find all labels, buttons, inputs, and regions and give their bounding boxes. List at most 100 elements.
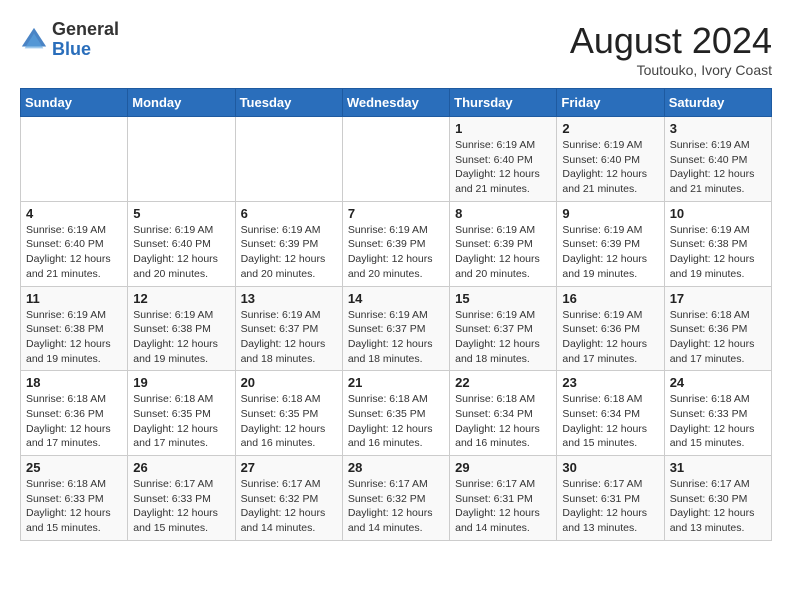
day-number: 24 (670, 375, 766, 390)
day-number: 8 (455, 206, 551, 221)
calendar-cell: 26Sunrise: 6:17 AM Sunset: 6:33 PM Dayli… (128, 456, 235, 541)
calendar-cell: 12Sunrise: 6:19 AM Sunset: 6:38 PM Dayli… (128, 286, 235, 371)
day-info: Sunrise: 6:19 AM Sunset: 6:38 PM Dayligh… (670, 223, 766, 282)
day-info: Sunrise: 6:19 AM Sunset: 6:37 PM Dayligh… (455, 308, 551, 367)
calendar-header: SundayMondayTuesdayWednesdayThursdayFrid… (21, 89, 772, 117)
day-number: 10 (670, 206, 766, 221)
day-number: 21 (348, 375, 444, 390)
title-block: August 2024 Toutouko, Ivory Coast (570, 20, 772, 78)
day-info: Sunrise: 6:18 AM Sunset: 6:36 PM Dayligh… (26, 392, 122, 451)
calendar-week-2: 4 Sunrise: 6:19 AM Sunset: 6:40 PM Daylig… (21, 201, 772, 286)
calendar-cell: 14Sunrise: 6:19 AM Sunset: 6:37 PM Dayli… (342, 286, 449, 371)
location-subtitle: Toutouko, Ivory Coast (570, 62, 772, 78)
day-number: 27 (241, 460, 337, 475)
day-number: 7 (348, 206, 444, 221)
calendar-week-3: 11Sunrise: 6:19 AM Sunset: 6:38 PM Dayli… (21, 286, 772, 371)
logo-general: General (52, 19, 119, 39)
calendar-cell: 25Sunrise: 6:18 AM Sunset: 6:33 PM Dayli… (21, 456, 128, 541)
day-number: 20 (241, 375, 337, 390)
calendar-cell: 27 Sunrise: 6:17 AM Sunset: 6:32 PM Dayli… (235, 456, 342, 541)
calendar-cell: 9 Sunrise: 6:19 AM Sunset: 6:39 PM Daylig… (557, 201, 664, 286)
calendar-cell: 6 Sunrise: 6:19 AM Sunset: 6:39 PM Daylig… (235, 201, 342, 286)
weekday-header-saturday: Saturday (664, 89, 771, 117)
day-info: Sunrise: 6:18 AM Sunset: 6:35 PM Dayligh… (241, 392, 337, 451)
calendar-cell: 21 Sunrise: 6:18 AM Sunset: 6:35 PM Dayli… (342, 371, 449, 456)
calendar-cell: 5 Sunrise: 6:19 AM Sunset: 6:40 PM Daylig… (128, 201, 235, 286)
day-number: 17 (670, 291, 766, 306)
day-number: 16 (562, 291, 658, 306)
calendar-cell (128, 117, 235, 202)
calendar-cell: 22 Sunrise: 6:18 AM Sunset: 6:34 PM Dayli… (450, 371, 557, 456)
day-number: 12 (133, 291, 229, 306)
calendar-cell: 11Sunrise: 6:19 AM Sunset: 6:38 PM Dayli… (21, 286, 128, 371)
day-info: Sunrise: 6:19 AM Sunset: 6:40 PM Dayligh… (26, 223, 122, 282)
day-info: Sunrise: 6:19 AM Sunset: 6:39 PM Dayligh… (562, 223, 658, 282)
calendar-cell (235, 117, 342, 202)
day-info: Sunrise: 6:18 AM Sunset: 6:34 PM Dayligh… (562, 392, 658, 451)
logo: General Blue (20, 20, 119, 60)
calendar-week-4: 18 Sunrise: 6:18 AM Sunset: 6:36 PM Dayli… (21, 371, 772, 456)
calendar-cell (342, 117, 449, 202)
day-number: 19 (133, 375, 229, 390)
calendar-cell: 2 Sunrise: 6:19 AM Sunset: 6:40 PM Daylig… (557, 117, 664, 202)
day-number: 18 (26, 375, 122, 390)
day-number: 1 (455, 121, 551, 136)
weekday-header-row: SundayMondayTuesdayWednesdayThursdayFrid… (21, 89, 772, 117)
calendar-cell: 1Sunrise: 6:19 AM Sunset: 6:40 PM Daylig… (450, 117, 557, 202)
day-number: 30 (562, 460, 658, 475)
day-number: 2 (562, 121, 658, 136)
day-info: Sunrise: 6:17 AM Sunset: 6:30 PM Dayligh… (670, 477, 766, 536)
calendar-cell: 17 Sunrise: 6:18 AM Sunset: 6:36 PM Dayli… (664, 286, 771, 371)
calendar-cell: 24Sunrise: 6:18 AM Sunset: 6:33 PM Dayli… (664, 371, 771, 456)
day-info: Sunrise: 6:19 AM Sunset: 6:40 PM Dayligh… (133, 223, 229, 282)
calendar-cell: 23 Sunrise: 6:18 AM Sunset: 6:34 PM Dayli… (557, 371, 664, 456)
day-number: 4 (26, 206, 122, 221)
day-info: Sunrise: 6:19 AM Sunset: 6:39 PM Dayligh… (241, 223, 337, 282)
weekday-header-monday: Monday (128, 89, 235, 117)
calendar-table: SundayMondayTuesdayWednesdayThursdayFrid… (20, 88, 772, 541)
day-info: Sunrise: 6:17 AM Sunset: 6:32 PM Dayligh… (241, 477, 337, 536)
day-info: Sunrise: 6:17 AM Sunset: 6:31 PM Dayligh… (562, 477, 658, 536)
day-number: 29 (455, 460, 551, 475)
month-year-title: August 2024 (570, 20, 772, 62)
weekday-header-sunday: Sunday (21, 89, 128, 117)
day-number: 23 (562, 375, 658, 390)
calendar-cell: 31 Sunrise: 6:17 AM Sunset: 6:30 PM Dayli… (664, 456, 771, 541)
day-info: Sunrise: 6:17 AM Sunset: 6:31 PM Dayligh… (455, 477, 551, 536)
day-number: 5 (133, 206, 229, 221)
day-number: 31 (670, 460, 766, 475)
day-info: Sunrise: 6:18 AM Sunset: 6:35 PM Dayligh… (348, 392, 444, 451)
calendar-cell: 30 Sunrise: 6:17 AM Sunset: 6:31 PM Dayli… (557, 456, 664, 541)
day-info: Sunrise: 6:18 AM Sunset: 6:36 PM Dayligh… (670, 308, 766, 367)
calendar-cell: 16 Sunrise: 6:19 AM Sunset: 6:36 PM Dayli… (557, 286, 664, 371)
day-info: Sunrise: 6:17 AM Sunset: 6:32 PM Dayligh… (348, 477, 444, 536)
day-number: 14 (348, 291, 444, 306)
day-number: 28 (348, 460, 444, 475)
logo-text: General Blue (52, 20, 119, 60)
day-number: 26 (133, 460, 229, 475)
weekday-header-tuesday: Tuesday (235, 89, 342, 117)
day-number: 15 (455, 291, 551, 306)
day-info: Sunrise: 6:18 AM Sunset: 6:35 PM Dayligh… (133, 392, 229, 451)
day-info: Sunrise: 6:18 AM Sunset: 6:34 PM Dayligh… (455, 392, 551, 451)
calendar-cell: 20 Sunrise: 6:18 AM Sunset: 6:35 PM Dayli… (235, 371, 342, 456)
calendar-cell: 13Sunrise: 6:19 AM Sunset: 6:37 PM Dayli… (235, 286, 342, 371)
day-info: Sunrise: 6:19 AM Sunset: 6:40 PM Dayligh… (562, 138, 658, 197)
day-number: 3 (670, 121, 766, 136)
day-info: Sunrise: 6:19 AM Sunset: 6:39 PM Dayligh… (455, 223, 551, 282)
day-info: Sunrise: 6:18 AM Sunset: 6:33 PM Dayligh… (26, 477, 122, 536)
calendar-cell: 15 Sunrise: 6:19 AM Sunset: 6:37 PM Dayli… (450, 286, 557, 371)
calendar-cell: 18 Sunrise: 6:18 AM Sunset: 6:36 PM Dayli… (21, 371, 128, 456)
day-info: Sunrise: 6:19 AM Sunset: 6:36 PM Dayligh… (562, 308, 658, 367)
calendar-week-1: 1 Sunrise: 6:19 AM Sunset: 6:40 PM Daylig… (21, 117, 772, 202)
calendar-cell: 4 Sunrise: 6:19 AM Sunset: 6:40 PM Daylig… (21, 201, 128, 286)
calendar-cell (21, 117, 128, 202)
day-number: 22 (455, 375, 551, 390)
weekday-header-thursday: Thursday (450, 89, 557, 117)
calendar-cell: 29 Sunrise: 6:17 AM Sunset: 6:31 PM Dayli… (450, 456, 557, 541)
day-number: 9 (562, 206, 658, 221)
calendar-cell: 3Sunrise: 6:19 AM Sunset: 6:40 PM Daylig… (664, 117, 771, 202)
day-number: 6 (241, 206, 337, 221)
calendar-cell: 19 Sunrise: 6:18 AM Sunset: 6:35 PM Dayli… (128, 371, 235, 456)
day-info: Sunrise: 6:19 AM Sunset: 6:38 PM Dayligh… (26, 308, 122, 367)
